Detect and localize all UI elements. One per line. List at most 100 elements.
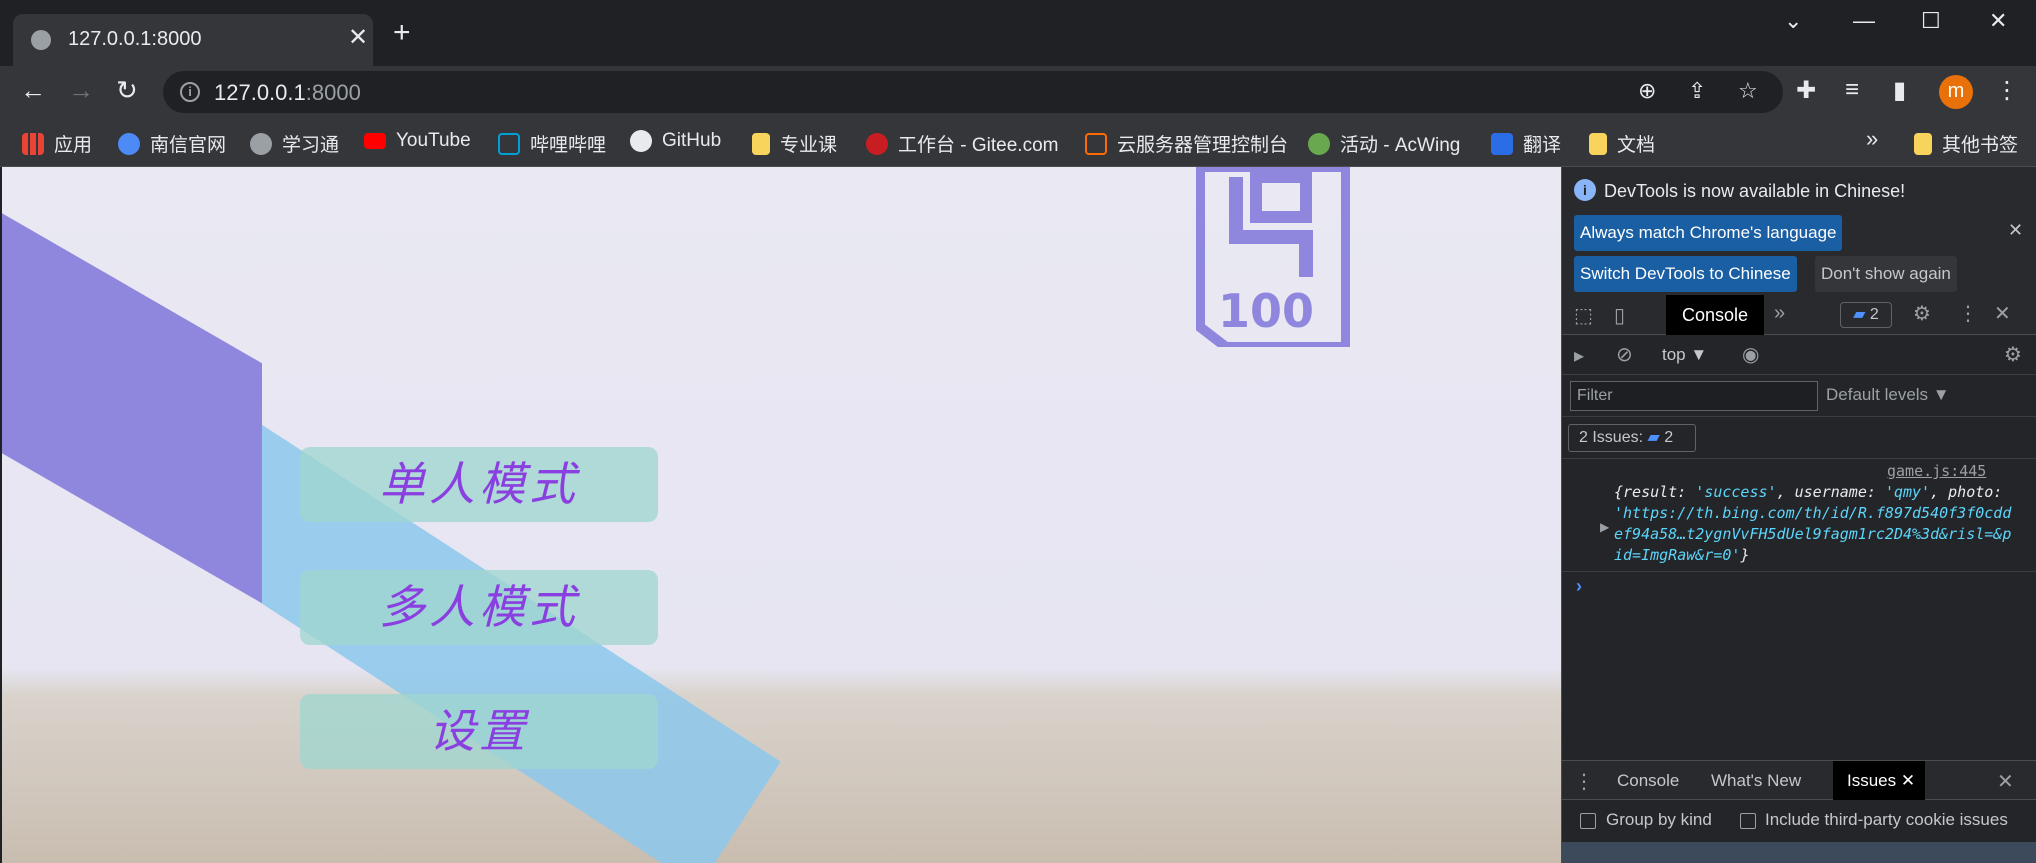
- tab-search-icon[interactable]: ⌄: [1784, 8, 1802, 34]
- bookmark-item[interactable]: 哔哩哔哩: [498, 130, 606, 157]
- svg-text:100: 100: [1218, 284, 1314, 338]
- banner-text: DevTools is now available in Chinese!: [1604, 181, 1906, 201]
- media-control-icon[interactable]: ≡: [1845, 76, 1859, 104]
- zoom-icon[interactable]: ⊕: [1638, 78, 1656, 104]
- bookmark-item[interactable]: 文档: [1589, 130, 1655, 157]
- browser-toolbar: ← → ↻ i 127.0.0.1:8000 ⊕ ⇪ ☆ ✚ ≡ ▮ m ⋮: [0, 66, 2036, 118]
- acwing-icon: [1308, 132, 1330, 155]
- address-bar[interactable]: i 127.0.0.1:8000 ⊕ ⇪ ☆: [163, 71, 1783, 113]
- other-bookmarks[interactable]: 其他书签: [1914, 130, 2018, 157]
- bookmark-item[interactable]: YouTube: [364, 130, 471, 152]
- drawer-tab-whats-new[interactable]: What's New: [1711, 761, 1801, 801]
- youtube-icon: [364, 133, 386, 149]
- group-by-kind-label: Group by kind: [1606, 810, 1712, 829]
- third-party-checkbox[interactable]: [1740, 813, 1756, 829]
- drawer-menu-icon[interactable]: ⋮: [1574, 769, 1594, 794]
- url-text[interactable]: 127.0.0.1:8000: [214, 80, 361, 106]
- new-tab-button[interactable]: +: [393, 18, 411, 48]
- dont-show-again-button[interactable]: Don't show again: [1815, 256, 1957, 292]
- bookmarks-bar: 应用 南信官网 学习通 YouTube 哔哩哔哩 GitHub 专业课 工作台 …: [0, 118, 2036, 167]
- bookmark-item[interactable]: 学习通: [250, 130, 339, 157]
- clear-console-icon[interactable]: ⊘: [1616, 342, 1633, 367]
- filter-input[interactable]: Filter: [1570, 381, 1818, 411]
- inspect-element-icon[interactable]: ⬚: [1574, 303, 1593, 328]
- log-source-link[interactable]: game.js:445: [1887, 462, 1986, 480]
- close-window-icon[interactable]: ✕: [1989, 8, 2007, 34]
- expand-arrow-icon[interactable]: ▶: [1600, 520, 1609, 534]
- gitee-icon: [866, 132, 888, 155]
- console-toolbar: ▸ ⊘ top ▼ ◉ ⚙: [1562, 335, 2036, 375]
- minimize-icon[interactable]: —: [1853, 8, 1875, 34]
- side-panel-icon[interactable]: ▮: [1893, 76, 1906, 105]
- bookmark-star-icon[interactable]: ☆: [1738, 78, 1758, 104]
- bookmark-apps[interactable]: 应用: [22, 130, 92, 157]
- group-by-kind-checkbox[interactable]: [1580, 813, 1596, 829]
- drawer-tab-console[interactable]: Console: [1617, 761, 1679, 801]
- close-tab-icon[interactable]: ✕: [348, 23, 368, 52]
- aliyun-icon: [1085, 132, 1107, 155]
- close-drawer-icon[interactable]: ✕: [1997, 769, 2014, 794]
- devtools-tabbar: ⬚ ▯ Console » ▰ 2 ⚙ ⋮ ✕: [1562, 295, 2036, 335]
- close-icon[interactable]: ✕: [2008, 220, 2023, 241]
- globe-icon: [250, 132, 272, 155]
- globe-icon: [31, 30, 51, 50]
- device-toolbar-icon[interactable]: ▯: [1614, 303, 1625, 328]
- settings-button[interactable]: 设置: [300, 694, 658, 769]
- bookmark-item[interactable]: 云服务器管理控制台: [1085, 130, 1288, 157]
- more-options-icon[interactable]: ⋮: [1958, 301, 1978, 326]
- logo-icon: 100: [1196, 167, 1350, 347]
- close-tab-icon[interactable]: ✕: [1901, 771, 1915, 790]
- browser-tab[interactable]: 127.0.0.1:8000 ✕: [13, 14, 373, 66]
- bookmark-item[interactable]: 翻译: [1491, 130, 1561, 157]
- drawer-tabbar: ⋮ Console What's New Issues ✕ ✕: [1562, 760, 2036, 801]
- bilibili-icon: [498, 132, 520, 155]
- translate-icon: [1491, 132, 1513, 155]
- sidebar-toggle-icon[interactable]: ▸: [1574, 343, 1584, 368]
- bookmark-item[interactable]: GitHub: [630, 130, 721, 152]
- profile-avatar[interactable]: m: [1939, 75, 1973, 109]
- bookmarks-overflow-button[interactable]: »: [1866, 126, 1878, 152]
- eye-icon[interactable]: ◉: [1742, 342, 1759, 367]
- console-prompt[interactable]: ›: [1576, 576, 1582, 597]
- bookmark-item[interactable]: 活动 - AcWing: [1308, 130, 1460, 157]
- issues-counter[interactable]: ▰ 2: [1840, 302, 1892, 328]
- bookmark-item[interactable]: 工作台 - Gitee.com: [866, 130, 1058, 157]
- drawer-tab-issues[interactable]: Issues ✕: [1833, 761, 1925, 801]
- game-page: 100 单人模式 多人模式 设置: [0, 167, 1561, 863]
- switch-chinese-button[interactable]: Switch DevTools to Chinese: [1574, 256, 1797, 292]
- menu-kebab-icon[interactable]: ⋮: [1995, 76, 2019, 105]
- issues-list-peek: [1562, 842, 2036, 863]
- browser-titlebar: 127.0.0.1:8000 ✕ + ⌄ — ☐ ✕: [0, 0, 2036, 66]
- bookmark-item[interactable]: 南信官网: [118, 130, 226, 157]
- site-info-icon[interactable]: i: [180, 82, 200, 102]
- more-tabs-icon[interactable]: »: [1774, 302, 1785, 325]
- folder-icon: [752, 132, 770, 155]
- info-icon: i: [1574, 179, 1596, 201]
- log-message[interactable]: {result: 'success', username: 'qmy', pho…: [1614, 482, 2019, 566]
- settings-gear-icon[interactable]: ⚙: [1913, 301, 1931, 326]
- maximize-icon[interactable]: ☐: [1921, 8, 1941, 34]
- devtools-panel: i DevTools is now available in Chinese! …: [1561, 167, 2036, 863]
- divider: [1562, 571, 2036, 572]
- tab-console[interactable]: Console: [1666, 295, 1764, 335]
- forward-icon[interactable]: →: [68, 75, 94, 105]
- context-selector[interactable]: top ▼: [1662, 345, 1707, 365]
- message-icon: ▰: [1853, 306, 1866, 323]
- language-banner: i DevTools is now available in Chinese! …: [1562, 167, 2036, 295]
- back-icon[interactable]: ←: [20, 75, 46, 105]
- multiplayer-button[interactable]: 多人模式: [300, 570, 658, 645]
- github-icon: [630, 130, 652, 152]
- match-language-button[interactable]: Always match Chrome's language: [1574, 215, 1843, 251]
- close-devtools-icon[interactable]: ✕: [1994, 301, 2011, 326]
- console-settings-icon[interactable]: ⚙: [2004, 342, 2022, 367]
- issues-pill[interactable]: 2 Issues: ▰ 2: [1568, 424, 1696, 452]
- extensions-icon[interactable]: ✚: [1796, 76, 1816, 105]
- apps-grid-icon: [22, 132, 44, 155]
- reload-icon[interactable]: ↻: [116, 75, 138, 105]
- third-party-label: Include third-party cookie issues: [1765, 810, 2008, 829]
- folder-icon: [1589, 132, 1607, 155]
- single-player-button[interactable]: 单人模式: [300, 447, 658, 522]
- bookmark-item[interactable]: 专业课: [752, 130, 837, 157]
- share-icon[interactable]: ⇪: [1688, 78, 1706, 104]
- log-levels-dropdown[interactable]: Default levels ▼: [1826, 385, 1950, 405]
